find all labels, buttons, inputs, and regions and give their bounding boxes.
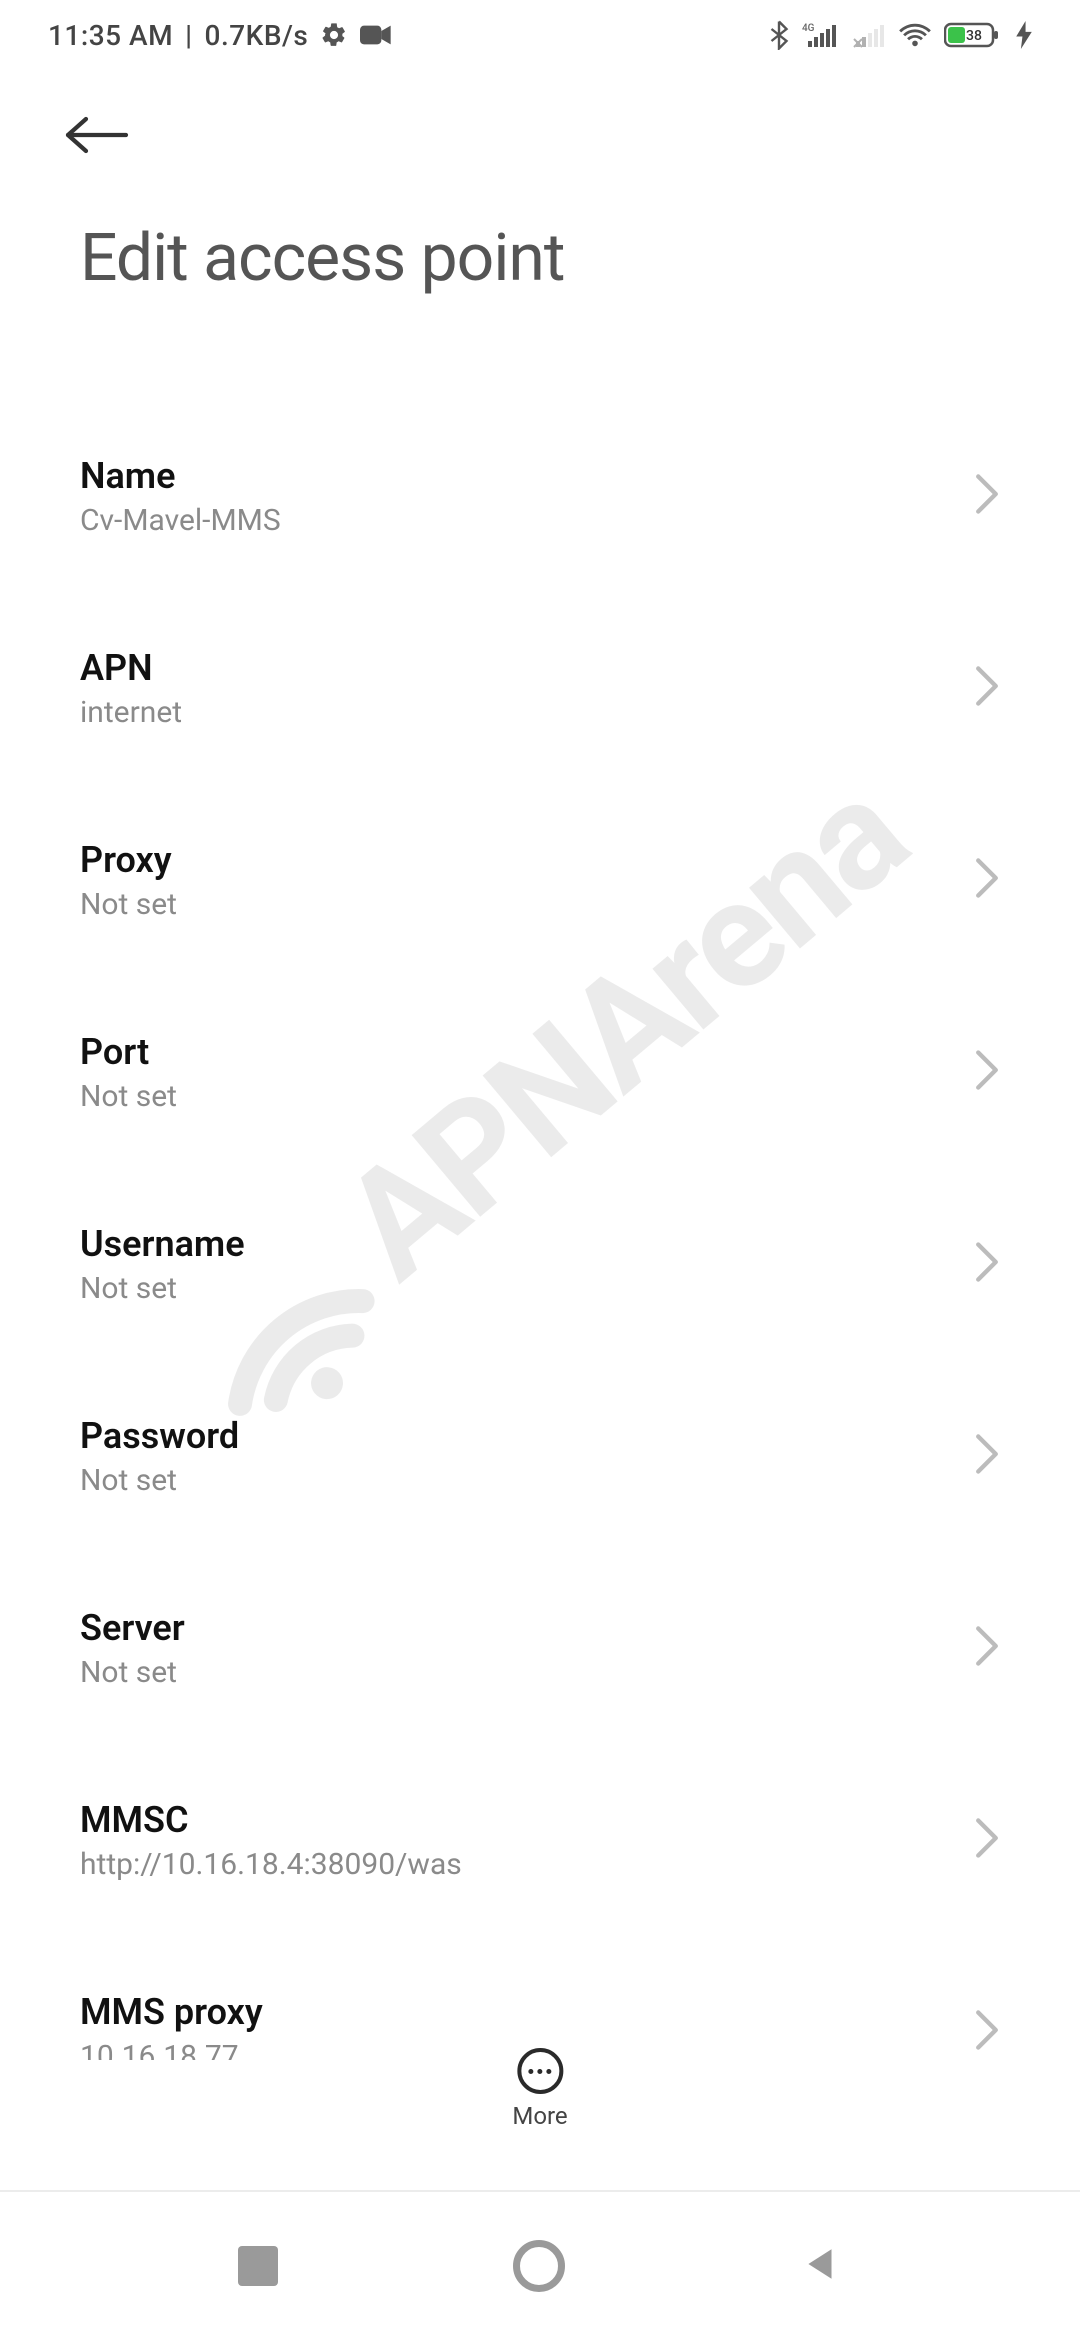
setting-label: MMSC	[80, 1799, 462, 1841]
charging-bolt-icon	[1016, 21, 1032, 49]
chevron-right-icon	[974, 2009, 1000, 2055]
setting-row-proxy[interactable]: Proxy Not set	[80, 784, 1000, 976]
nav-bar	[0, 70, 1080, 200]
setting-row-apn[interactable]: APN internet	[80, 592, 1000, 784]
system-navigation-bar	[0, 2190, 1080, 2340]
signal-no-sim-icon	[850, 21, 886, 49]
setting-label: Name	[80, 455, 281, 497]
setting-value: Not set	[80, 1271, 245, 1306]
setting-row-mms-proxy[interactable]: MMS proxy 10.16.18.77	[80, 1936, 1000, 2060]
setting-row-server[interactable]: Server Not set	[80, 1552, 1000, 1744]
signal-4g-icon: 4G	[802, 21, 838, 49]
battery-icon: 38	[944, 20, 1004, 50]
back-button[interactable]	[64, 113, 132, 157]
arrow-left-icon	[64, 113, 132, 157]
bluetooth-icon	[768, 20, 790, 50]
square-icon	[238, 2246, 278, 2286]
chevron-right-icon	[974, 473, 1000, 519]
chevron-right-icon	[974, 1625, 1000, 1671]
setting-label: MMS proxy	[80, 1991, 263, 2033]
setting-row-name[interactable]: Name Cv-Mavel-MMS	[80, 400, 1000, 592]
setting-row-port[interactable]: Port Not set	[80, 976, 1000, 1168]
setting-value: Not set	[80, 1079, 177, 1114]
chevron-right-icon	[974, 1433, 1000, 1479]
page-title: Edit access point	[0, 200, 1080, 347]
setting-label: Password	[80, 1415, 239, 1457]
svg-text:4G: 4G	[802, 23, 815, 34]
setting-value: Not set	[80, 887, 177, 922]
chevron-right-icon	[974, 857, 1000, 903]
setting-label: Proxy	[80, 839, 177, 881]
home-button[interactable]	[513, 2240, 565, 2292]
setting-label: Port	[80, 1031, 177, 1073]
back-system-button[interactable]	[800, 2243, 842, 2289]
recents-button[interactable]	[238, 2246, 278, 2286]
circle-icon	[513, 2240, 565, 2292]
video-camera-icon	[360, 23, 392, 47]
gear-icon	[320, 21, 348, 49]
setting-value: Not set	[80, 1655, 185, 1690]
status-bar: 11:35 AM | 0.7KB/s 4G	[0, 0, 1080, 70]
chevron-right-icon	[974, 1049, 1000, 1095]
setting-value: Not set	[80, 1463, 239, 1498]
setting-label: Username	[80, 1223, 245, 1265]
more-button-label: More	[512, 2102, 567, 2130]
setting-row-password[interactable]: Password Not set	[80, 1360, 1000, 1552]
status-net-rate: 0.7KB/s	[205, 19, 309, 52]
more-dots-icon	[517, 2048, 563, 2094]
setting-row-username[interactable]: Username Not set	[80, 1168, 1000, 1360]
setting-row-mmsc[interactable]: MMSC http://10.16.18.4:38090/was	[80, 1744, 1000, 1936]
settings-list: NameCv-Mavel-MMSAPNinternetProxyNot setP…	[0, 400, 1080, 2060]
chevron-right-icon	[974, 665, 1000, 711]
status-time: 11:35 AM	[48, 19, 173, 52]
chevron-right-icon	[974, 1817, 1000, 1863]
wifi-icon	[898, 21, 932, 49]
chevron-right-icon	[974, 1241, 1000, 1287]
setting-value: 10.16.18.77	[80, 2039, 263, 2061]
battery-percent-text: 38	[966, 28, 982, 44]
more-button[interactable]: More	[512, 2048, 567, 2130]
setting-label: APN	[80, 647, 182, 689]
setting-value: Cv-Mavel-MMS	[80, 503, 281, 538]
setting-value: http://10.16.18.4:38090/was	[80, 1847, 462, 1882]
setting-value: internet	[80, 695, 182, 730]
status-separator: |	[185, 19, 192, 52]
setting-label: Server	[80, 1607, 185, 1649]
triangle-left-icon	[800, 2243, 842, 2285]
